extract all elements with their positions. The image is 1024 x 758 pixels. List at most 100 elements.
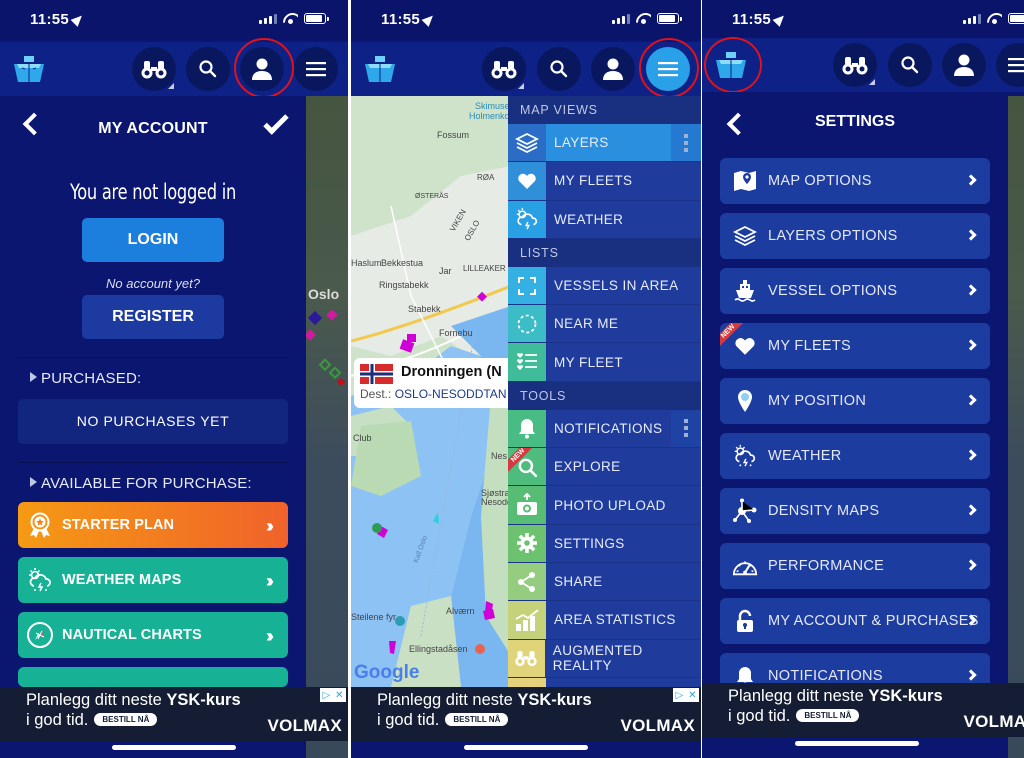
- ad-banner[interactable]: Planlegg ditt neste YSK-kurs i god tid. B…: [702, 683, 1024, 737]
- home-indicator[interactable]: [795, 741, 919, 746]
- location-pin-icon: [738, 390, 752, 412]
- settings-my-fleets[interactable]: NEW MY FLEETS: [720, 323, 990, 369]
- map-label: Jar: [439, 266, 452, 276]
- ad-headline: Planlegg ditt neste YSK-kurs: [26, 691, 241, 709]
- map-label: RØA: [477, 173, 495, 182]
- settings-layers-options[interactable]: LAYERS OPTIONS: [720, 213, 990, 259]
- weather-storm-icon: [516, 208, 538, 230]
- settings-weather[interactable]: WEATHER: [720, 433, 990, 479]
- ad-brand: VOLMAX: [267, 716, 342, 735]
- menu-section-tools: TOOLS: [508, 381, 701, 410]
- map-label: Haslum: [351, 258, 382, 268]
- ship-icon: [734, 280, 756, 302]
- search-icon: [199, 60, 217, 78]
- account-button[interactable]: [591, 47, 635, 91]
- binoculars-button[interactable]: [132, 47, 176, 91]
- plan-weather-maps-button[interactable]: WEATHER MAPS ››: [18, 557, 288, 603]
- binoculars-button[interactable]: [482, 47, 526, 91]
- divider: [18, 357, 288, 358]
- ad-banner[interactable]: Planlegg ditt neste YSK-kurs i god tid. B…: [351, 687, 701, 741]
- vessel-markers: [306, 309, 346, 387]
- hamburger-icon: [306, 62, 326, 77]
- home-indicator[interactable]: [112, 745, 236, 750]
- menu-item-share[interactable]: SHARE: [508, 562, 701, 602]
- no-purchases-box: NO PURCHASES YET: [18, 399, 288, 444]
- ad-cta-button[interactable]: BESTILL NÅ: [796, 709, 860, 722]
- menu-item-augmented-reality[interactable]: AUGMENTED REALITY: [508, 639, 701, 678]
- menu-button[interactable]: [996, 43, 1024, 87]
- binoculars-button[interactable]: [833, 43, 877, 87]
- ship-logo-icon[interactable]: [12, 54, 46, 84]
- search-button[interactable]: [537, 47, 581, 91]
- plan-starter-button[interactable]: STARTER PLAN ››: [18, 502, 288, 548]
- ship-logo-icon[interactable]: [363, 54, 397, 84]
- page-title: SETTINGS: [814, 113, 895, 130]
- settings-my-position[interactable]: MY POSITION: [720, 378, 990, 424]
- menu-item-my-fleet[interactable]: MY FLEET: [508, 343, 701, 382]
- battery-icon: [1008, 13, 1024, 24]
- ad-cta-button[interactable]: BESTILL NÅ: [445, 713, 509, 726]
- menu-item-near-me[interactable]: NEAR ME: [508, 305, 701, 344]
- screenshot-collage: 11:55 Oslo MY ACCOUNT You are not logged…: [0, 0, 1024, 758]
- binoculars-icon: [515, 651, 538, 667]
- menu-item-vessels-in-area[interactable]: VESSELS IN AREA: [508, 266, 701, 306]
- settings-my-account-purchases[interactable]: MY ACCOUNT & PURCHASES: [720, 598, 990, 644]
- chevron-right-icon: [965, 174, 977, 186]
- plan-nautical-charts-button[interactable]: NAUTICAL CHARTS ››: [18, 612, 288, 658]
- vessel-popup[interactable]: Dronningen (N Dest.: OSLO-NESODDTAN: [354, 358, 514, 408]
- award-ribbon-icon: [30, 512, 50, 538]
- map-label: LILLEAKER: [463, 264, 506, 273]
- chevron-right-icon: [965, 229, 977, 241]
- home-indicator[interactable]: [464, 745, 588, 750]
- bar-chart-icon: [515, 609, 539, 631]
- menu-item-settings[interactable]: SETTINGS: [508, 524, 701, 563]
- share-icon: [518, 571, 535, 592]
- menu-item-notifications[interactable]: NOTIFICATIONS: [508, 409, 701, 449]
- menu-item-area-statistics[interactable]: AREA STATISTICS: [508, 601, 701, 640]
- bell-icon: [519, 419, 535, 439]
- menu-item-my-fleets[interactable]: MY FLEETS: [508, 162, 701, 201]
- ad-banner[interactable]: Planlegg ditt neste YSK-kurs i god tid. B…: [0, 687, 348, 741]
- menu-item-weather[interactable]: WEATHER: [508, 200, 701, 239]
- chevron-right-icon: [965, 669, 977, 681]
- phone-my-account: 11:55 Oslo MY ACCOUNT You are not logged…: [0, 0, 348, 758]
- menu-button[interactable]: [294, 47, 338, 91]
- wifi-icon: [636, 13, 651, 24]
- no-account-text: No account yet?: [106, 276, 200, 291]
- google-logo: Google: [354, 662, 420, 683]
- menu-item-layers[interactable]: LAYERS: [508, 124, 701, 163]
- chevron-right-icon: [965, 504, 977, 516]
- double-chevron-icon: ››: [266, 571, 274, 591]
- ad-close-button[interactable]: ▷ ✕: [320, 688, 346, 702]
- ad-close-button[interactable]: ▷ ✕: [673, 688, 699, 702]
- chevron-right-icon: [965, 394, 977, 406]
- more-options-icon[interactable]: [671, 124, 701, 162]
- highlight-ring: [234, 38, 294, 98]
- ad-cta-button[interactable]: BESTILL NÅ: [94, 713, 158, 726]
- settings-panel: SETTINGS MAP OPTIONS LAYERS OPTIONS VESS…: [702, 92, 1008, 758]
- adchoices-icon: ▷: [675, 689, 684, 701]
- page-title: MY ACCOUNT: [98, 120, 208, 137]
- search-button[interactable]: [888, 43, 932, 87]
- login-button[interactable]: LOGIN: [82, 218, 224, 262]
- plan-partial-button[interactable]: [18, 667, 288, 687]
- menu-item-photo-upload[interactable]: PHOTO UPLOAD: [508, 486, 701, 525]
- menu-section-map-views: MAP VIEWS: [508, 96, 701, 124]
- settings-density-maps[interactable]: DENSITY MAPS: [720, 488, 990, 534]
- menu-item-explore[interactable]: NEW EXPLORE: [508, 448, 701, 487]
- ad-subline: i god tid. BESTILL NÅ: [377, 711, 509, 730]
- account-button[interactable]: [942, 43, 986, 87]
- settings-map-options[interactable]: MAP OPTIONS: [720, 158, 990, 204]
- location-arrow-icon: [772, 12, 788, 27]
- search-button[interactable]: [186, 47, 230, 91]
- map-label: Stabekk: [408, 304, 441, 314]
- settings-vessel-options[interactable]: VESSEL OPTIONS: [720, 268, 990, 314]
- purchased-heading[interactable]: PURCHASED:: [30, 370, 306, 387]
- more-options-icon[interactable]: [671, 409, 701, 448]
- available-heading[interactable]: AVAILABLE FOR PURCHASE:: [30, 475, 306, 492]
- register-button[interactable]: REGISTER: [82, 295, 224, 339]
- settings-performance[interactable]: PERFORMANCE: [720, 543, 990, 589]
- ad-headline: Planlegg ditt neste YSK-kurs: [377, 691, 592, 709]
- close-icon: ✕: [688, 689, 697, 701]
- map-label: Fossum: [437, 130, 470, 140]
